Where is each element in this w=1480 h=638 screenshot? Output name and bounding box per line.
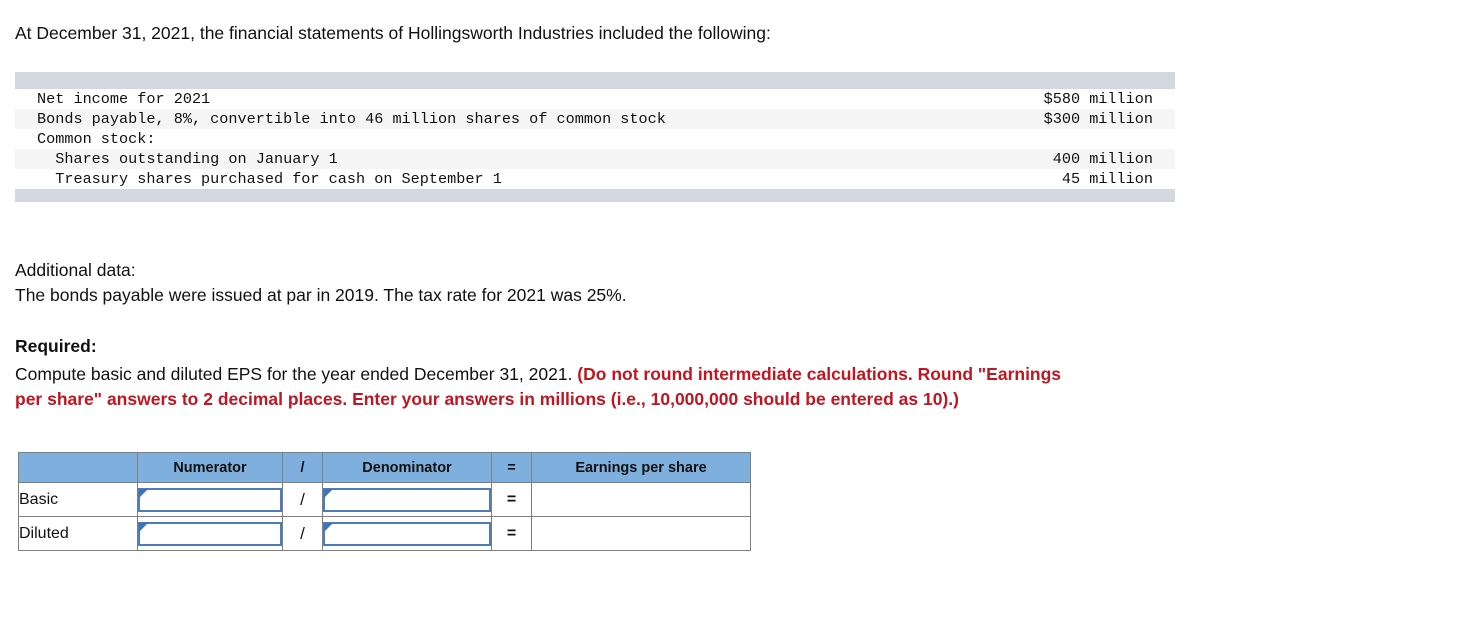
- basic-equals-operator: =: [491, 482, 532, 517]
- basic-numerator-input[interactable]: [138, 487, 282, 512]
- table-row: Bonds payable, 8%, convertible into 46 m…: [15, 109, 1175, 129]
- required-body: Compute basic and diluted EPS for the ye…: [15, 362, 1435, 412]
- answer-table-head: Numerator / Denominator = Earnings per s…: [18, 452, 751, 483]
- facts-table-top-bar: [15, 72, 1175, 89]
- header-denominator: Denominator: [322, 452, 492, 483]
- diluted-slash-operator: /: [282, 516, 323, 551]
- table-row: Common stock:: [15, 129, 1175, 149]
- required-heading: Required:: [15, 336, 97, 356]
- additional-data-line: The bonds payable were issued at par in …: [15, 285, 627, 305]
- required-body-red-line2: per share" answers to 2 decimal places. …: [15, 389, 959, 409]
- basic-slash-operator: /: [282, 482, 323, 517]
- additional-data-heading: Additional data:: [15, 260, 136, 280]
- facts-row-value: $300 million: [1043, 110, 1153, 128]
- diluted-numerator-cell[interactable]: [137, 516, 283, 551]
- row-label-diluted: Diluted: [18, 516, 138, 551]
- diluted-eps-value: [531, 516, 751, 551]
- financial-facts-table: Net income for 2021 $580 million Bonds p…: [15, 72, 1175, 202]
- answer-table-wrapper: Numerator / Denominator = Earnings per s…: [18, 452, 751, 551]
- facts-table-bottom-bar: [15, 189, 1175, 202]
- diluted-denominator-cell[interactable]: [322, 516, 492, 551]
- table-row: Shares outstanding on January 1 400 mill…: [15, 149, 1175, 169]
- facts-table-body: Net income for 2021 $580 million Bonds p…: [15, 89, 1175, 189]
- row-label-basic: Basic: [18, 482, 138, 517]
- required-body-black: Compute basic and diluted EPS for the ye…: [15, 364, 578, 384]
- facts-row-label: Common stock:: [37, 130, 156, 148]
- basic-numerator-cell[interactable]: [137, 482, 283, 517]
- facts-row-value: 400 million: [1052, 150, 1153, 168]
- basic-eps-value: [531, 482, 751, 517]
- dropdown-triangle-icon: [324, 522, 333, 532]
- dropdown-triangle-icon: [139, 522, 148, 532]
- basic-denominator-cell[interactable]: [322, 482, 492, 517]
- facts-row-value: 45 million: [1061, 170, 1153, 188]
- eps-answer-table: Numerator / Denominator = Earnings per s…: [18, 452, 751, 551]
- basic-denominator-input[interactable]: [323, 487, 491, 512]
- table-row: Net income for 2021 $580 million: [15, 89, 1175, 109]
- additional-data-block: Additional data: The bonds payable were …: [15, 258, 627, 308]
- facts-row-label: Net income for 2021: [37, 90, 211, 108]
- header-slash: /: [282, 452, 323, 483]
- facts-row-label: Shares outstanding on January 1: [37, 150, 338, 168]
- diluted-denominator-input[interactable]: [323, 521, 491, 546]
- table-row: Treasury shares purchased for cash on Se…: [15, 169, 1175, 189]
- dropdown-triangle-icon: [324, 488, 333, 498]
- table-row-basic: Basic / =: [18, 482, 751, 517]
- answer-table-body: Basic / = Diluted / =: [18, 482, 751, 551]
- required-body-red-line1: (Do not round intermediate calculations.…: [577, 364, 1062, 384]
- header-row-label: [18, 452, 138, 483]
- table-row-diluted: Diluted / =: [18, 516, 751, 551]
- facts-row-value: $580 million: [1043, 90, 1153, 108]
- facts-row-label: Treasury shares purchased for cash on Se…: [37, 170, 502, 188]
- answer-table-header-row: Numerator / Denominator = Earnings per s…: [18, 452, 751, 483]
- required-block: Required: Compute basic and diluted EPS …: [15, 334, 1435, 412]
- header-equals: =: [491, 452, 532, 483]
- header-numerator: Numerator: [137, 452, 283, 483]
- dropdown-triangle-icon: [139, 488, 148, 498]
- diluted-numerator-input[interactable]: [138, 521, 282, 546]
- intro-text: At December 31, 2021, the financial stat…: [15, 23, 771, 43]
- facts-row-label: Bonds payable, 8%, convertible into 46 m…: [37, 110, 666, 128]
- diluted-equals-operator: =: [491, 516, 532, 551]
- header-earnings-per-share: Earnings per share: [531, 452, 751, 483]
